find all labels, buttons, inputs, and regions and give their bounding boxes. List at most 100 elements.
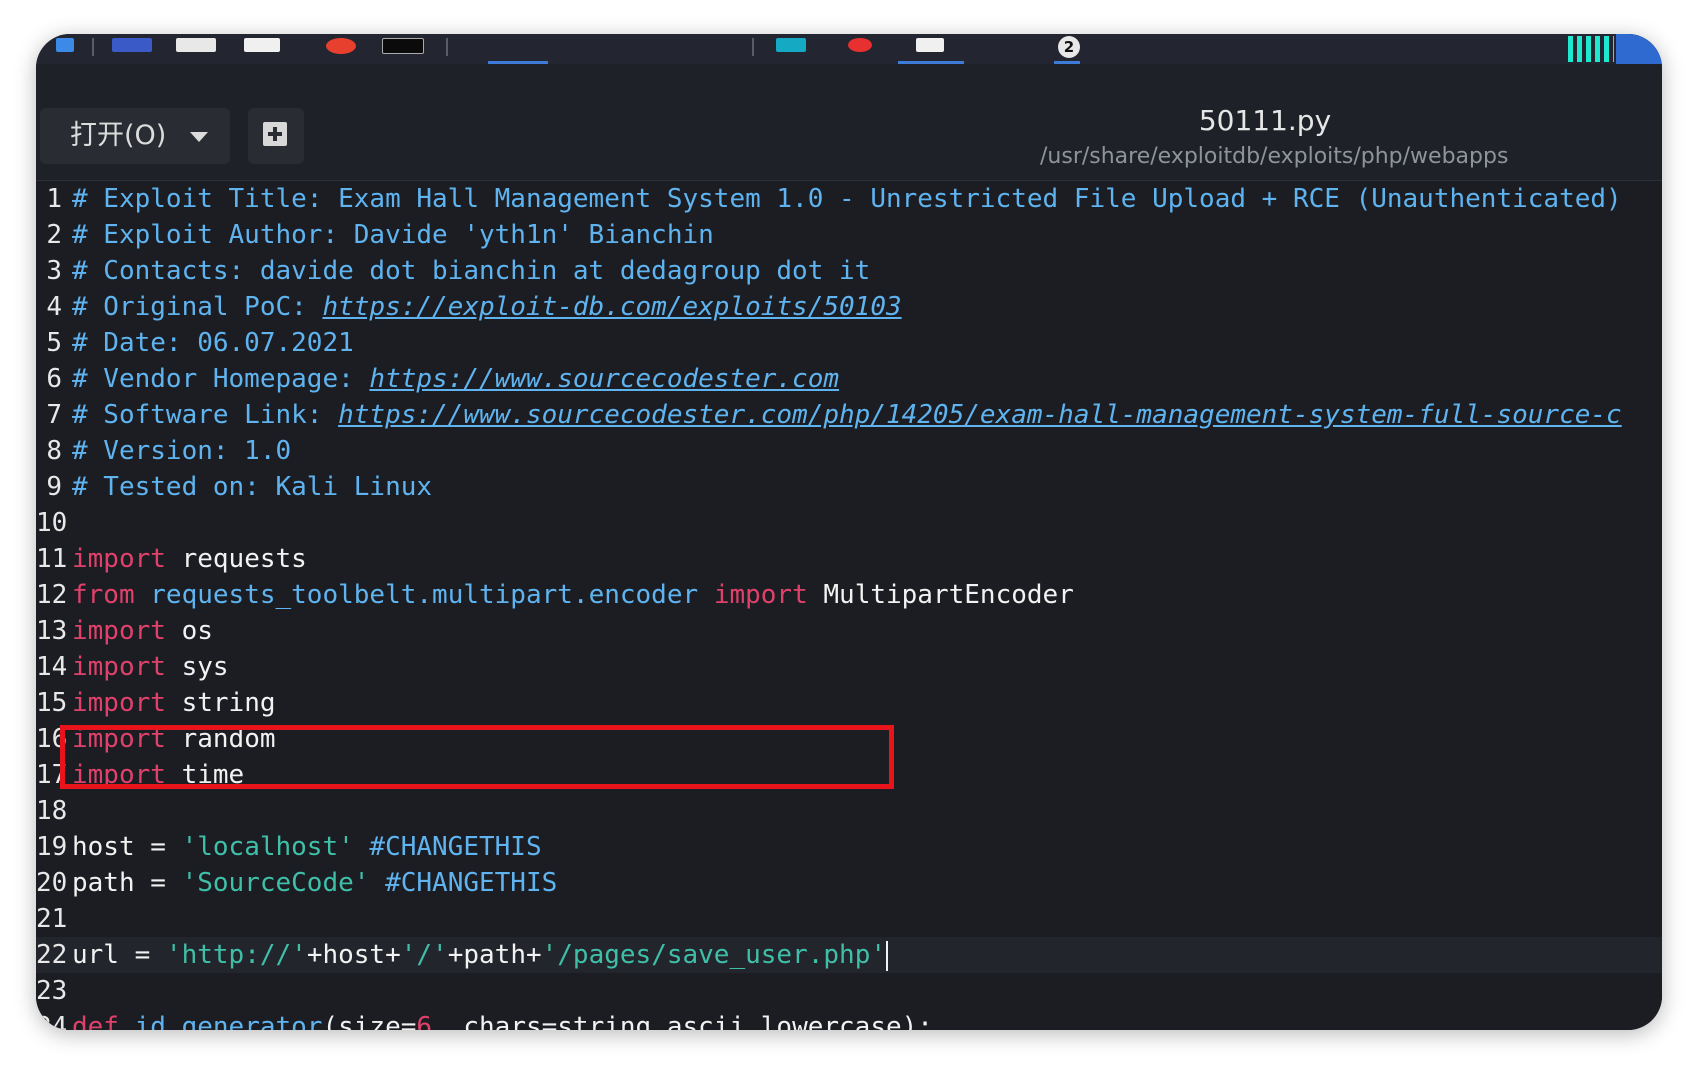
code-line[interactable]: 19 host = 'localhost' #CHANGETHIS (36, 829, 1662, 865)
new-document-button[interactable] (248, 108, 304, 164)
line-number: 15 (36, 688, 68, 718)
code-token: path = (72, 868, 182, 898)
code-line[interactable]: 6 # Vendor Homepage: https://www.sourceco… (36, 361, 1662, 397)
code-line[interactable]: 1 # Exploit Title: Exam Hall Management S… (36, 181, 1662, 217)
terminal-icon[interactable] (382, 38, 424, 54)
line-number: 4 (46, 292, 62, 322)
code-text[interactable]: # Vendor Homepage: https://www.sourcecod… (72, 361, 839, 397)
code-token: # Software Link: (72, 400, 339, 430)
line-number: 9 (46, 472, 62, 502)
code-line[interactable]: 21 (36, 901, 1662, 937)
code-line[interactable]: 7 # Software Link: https://www.sourcecode… (36, 397, 1662, 433)
line-number: 14 (36, 652, 68, 682)
text-editor-launcher-icon[interactable] (244, 38, 280, 52)
code-line[interactable]: 2 # Exploit Author: Davide 'yth1n' Bianch… (36, 217, 1662, 253)
line-number: 7 (46, 400, 62, 430)
code-text[interactable]: import requests (72, 541, 307, 577)
line-number: 23 (36, 976, 68, 1006)
code-token: import (72, 544, 166, 574)
code-token: sys (165, 652, 229, 682)
code-text[interactable]: # Contacts: davide dot bianchin at dedag… (72, 253, 870, 289)
document-path: /usr/share/exploitdb/exploits/php/webapp… (1040, 144, 1509, 169)
code-token[interactable]: https://exploit-db.com/exploits/50103 (322, 292, 901, 322)
code-token: requests_toolbelt.multipart.encoder (134, 580, 714, 610)
line-number: 24 (36, 1012, 68, 1030)
code-text[interactable]: # Date: 06.07.2021 (72, 325, 354, 361)
code-token: host = (72, 832, 182, 862)
code-line[interactable]: 18 (36, 793, 1662, 829)
code-line[interactable]: 9 # Tested on: Kali Linux (36, 469, 1662, 505)
desktop-icon[interactable] (112, 38, 152, 52)
code-line[interactable]: 14 import sys (36, 649, 1662, 685)
code-text[interactable]: import string (72, 685, 276, 721)
code-token: 6 (416, 1012, 433, 1030)
line-number: 13 (36, 616, 68, 646)
text-editor-window: 2 打开(O) 50111.py /usr/share/exploitdb/ex… (36, 34, 1662, 1030)
code-text[interactable]: # Software Link: https://www.sourcecodes… (72, 397, 1622, 433)
code-line[interactable]: 10 (36, 505, 1662, 541)
code-text[interactable]: # Exploit Title: Exam Hall Management Sy… (72, 181, 1622, 217)
code-token: # Original PoC: (72, 292, 323, 322)
line-number: 19 (36, 832, 68, 862)
code-line[interactable]: 11 import requests (36, 541, 1662, 577)
code-text[interactable]: from requests_toolbelt.multipart.encoder… (72, 577, 1074, 613)
code-text[interactable]: # Tested on: Kali Linux (72, 469, 432, 505)
code-token: # Date: 06.07.2021 (72, 328, 354, 358)
code-token[interactable]: https://www.sourcecodester.com/php/14205… (338, 400, 1622, 430)
line-number: 17 (36, 760, 68, 790)
code-editor[interactable]: 1 # Exploit Title: Exam Hall Management S… (36, 181, 1662, 1030)
network-icon[interactable] (1616, 34, 1662, 64)
code-token: id_generator (118, 1012, 323, 1030)
code-text[interactable]: path = 'SourceCode' #CHANGETHIS (72, 865, 557, 901)
code-token: import (72, 652, 166, 682)
code-line[interactable]: 24 def id_generator(size=6, chars=string.… (36, 1009, 1662, 1030)
code-text[interactable]: # Version: 1.0 (72, 433, 291, 469)
open-file-button[interactable]: 打开(O) (40, 108, 230, 164)
code-line[interactable]: 15 import string (36, 685, 1662, 721)
new-document-icon (263, 122, 287, 146)
code-token: # Exploit Author: Davide 'yth1n' Bianchi… (72, 220, 714, 250)
code-token: requests (165, 544, 307, 574)
line-number: 11 (36, 544, 68, 574)
code-text[interactable]: url = 'http://'+host+'/'+path+'/pages/sa… (72, 937, 888, 973)
file-manager-icon[interactable] (176, 38, 216, 52)
taskbar-separator (92, 38, 94, 56)
code-line[interactable]: 12 from requests_toolbelt.multipart.encod… (36, 577, 1662, 613)
code-text[interactable]: import sys (72, 649, 229, 685)
code-text[interactable]: # Exploit Author: Davide 'yth1n' Bianchi… (72, 217, 714, 253)
code-text[interactable]: def id_generator(size=6, chars=string.as… (72, 1009, 933, 1030)
code-text[interactable]: # Original PoC: https://exploit-db.com/e… (72, 289, 902, 325)
cpu-graph-icon (1568, 36, 1614, 62)
line-number: 3 (46, 256, 62, 286)
code-token[interactable]: https://www.sourcecodester.com (369, 364, 839, 394)
line-number: 22 (36, 940, 68, 970)
task-browser-icon[interactable] (848, 38, 872, 52)
code-token: import (713, 580, 808, 610)
line-number: 1 (46, 184, 62, 214)
code-line[interactable]: 8 # Version: 1.0 (36, 433, 1662, 469)
task-editor-icon[interactable] (916, 38, 944, 52)
code-token: +host+ (306, 940, 401, 970)
code-line[interactable]: 22 url = 'http://'+host+'/'+path+'/pages/… (36, 937, 1662, 973)
code-token: '/pages/save_user.php' (541, 940, 886, 970)
code-token: import (72, 616, 166, 646)
code-line[interactable]: 5 # Date: 06.07.2021 (36, 325, 1662, 361)
code-line[interactable]: 20 path = 'SourceCode' #CHANGETHIS (36, 865, 1662, 901)
firefox-icon[interactable] (326, 38, 356, 54)
code-token: 'localhost' (181, 832, 354, 862)
code-token: #CHANGETHIS (369, 868, 558, 898)
code-line[interactable]: 4 # Original PoC: https://exploit-db.com/… (36, 289, 1662, 325)
kali-menu-icon[interactable] (56, 38, 74, 52)
code-text[interactable]: import os (72, 613, 213, 649)
code-token: 'http://' (165, 940, 307, 970)
code-line[interactable]: 3 # Contacts: davide dot bianchin at deda… (36, 253, 1662, 289)
code-token: MultipartEncoder (807, 580, 1074, 610)
code-token: # Tested on: Kali Linux (72, 472, 433, 502)
task-app-icon[interactable] (776, 38, 806, 52)
code-line[interactable]: 13 import os (36, 613, 1662, 649)
code-text[interactable]: host = 'localhost' #CHANGETHIS (72, 829, 542, 865)
notification-count-badge: 2 (1058, 36, 1080, 58)
taskbar-separator (752, 38, 754, 56)
code-line[interactable]: 23 (36, 973, 1662, 1009)
line-number: 21 (36, 904, 68, 934)
